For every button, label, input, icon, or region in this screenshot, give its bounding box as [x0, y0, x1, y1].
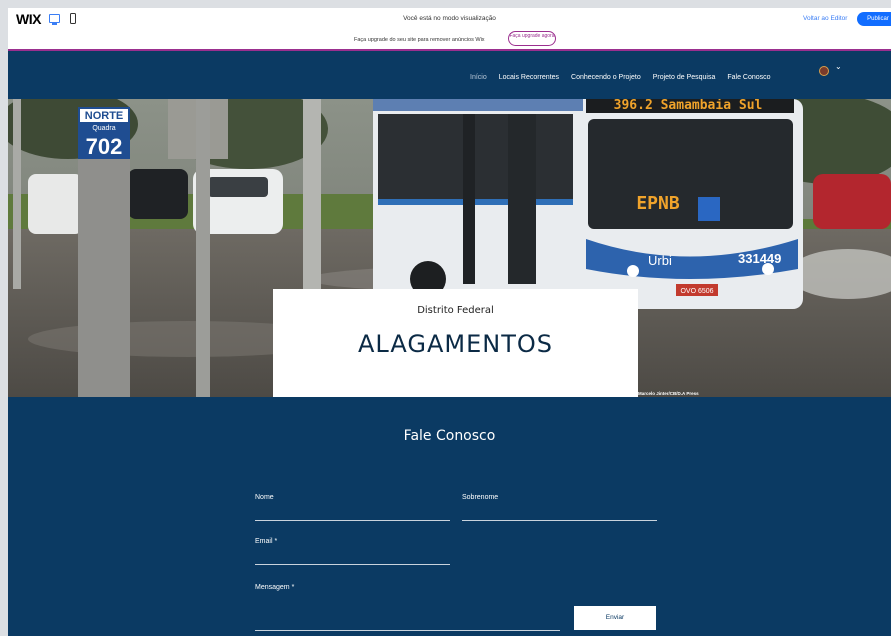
site-header: Início Locais Recorrentes Conhecendo o P… — [8, 51, 891, 99]
email-label: Email * — [255, 538, 278, 545]
bus-destination-display: 396.2 Samambaia Sul — [614, 99, 763, 113]
nav-item-conhecendo-projeto[interactable]: Conhecendo o Projeto — [571, 74, 641, 81]
hero-title: ALAGAMENTOS — [358, 330, 553, 358]
upgrade-text: Faça upgrade do seu site para remover an… — [354, 37, 485, 43]
sign-north-text: NORTE — [85, 110, 124, 122]
bus-plate-text: OVO 6506 — [680, 288, 713, 295]
last-name-label: Sobrenome — [462, 494, 499, 501]
publish-button[interactable]: Publicar — [857, 12, 891, 26]
preview-page: WIX Você está no modo visualização Volta… — [8, 8, 891, 636]
contact-title: Fale Conosco — [403, 428, 496, 444]
first-name-label: Nome — [255, 494, 274, 501]
chevron-down-icon[interactable]: ⌄ — [835, 62, 842, 71]
first-name-field[interactable] — [255, 520, 450, 521]
main-nav: Início Locais Recorrentes Conhecendo o P… — [470, 74, 771, 81]
sign-number-text: 702 — [86, 134, 123, 159]
contact-section: Fale Conosco Nome Sobrenome Email * Mens… — [8, 397, 891, 636]
photo-credit: Marcelo Jinter/CB/D.A Press — [638, 391, 699, 396]
bus-number-text: 331449 — [738, 251, 781, 266]
email-field[interactable] — [255, 564, 450, 565]
message-field[interactable] — [255, 630, 560, 631]
upgrade-banner: Faça upgrade do seu site para remover an… — [8, 30, 891, 51]
upgrade-button[interactable]: Faça upgrade agora — [508, 31, 556, 46]
sign-quadra-text: Quadra — [92, 125, 115, 132]
hero-title-card: Distrito Federal ALAGAMENTOS — [273, 289, 638, 397]
last-name-field[interactable] — [462, 520, 657, 521]
send-button[interactable]: Enviar — [574, 606, 656, 630]
message-label: Mensagem * — [255, 584, 295, 591]
nav-item-fale-conosco[interactable]: Fale Conosco — [727, 74, 770, 81]
preview-mode-notice: Você está no modo visualização — [403, 15, 496, 22]
wix-preview-bar: WIX Você está no modo visualização Volta… — [8, 8, 891, 31]
nav-item-locais-recorrentes[interactable]: Locais Recorrentes — [499, 74, 559, 81]
bus-brand-text: Urbi — [648, 253, 672, 268]
avatar[interactable] — [819, 66, 829, 76]
nav-item-projeto-pesquisa[interactable]: Projeto de Pesquisa — [653, 74, 716, 81]
back-to-editor-link[interactable]: Voltar ao Editor — [803, 15, 847, 22]
hero-subtitle: Distrito Federal — [417, 305, 494, 316]
nav-item-inicio[interactable]: Início — [470, 74, 487, 81]
bus-operator-display: EPNB — [636, 193, 680, 214]
hero-section: NORTE Quadra 702 396.2 Samambaia Sul EPN… — [8, 99, 891, 397]
